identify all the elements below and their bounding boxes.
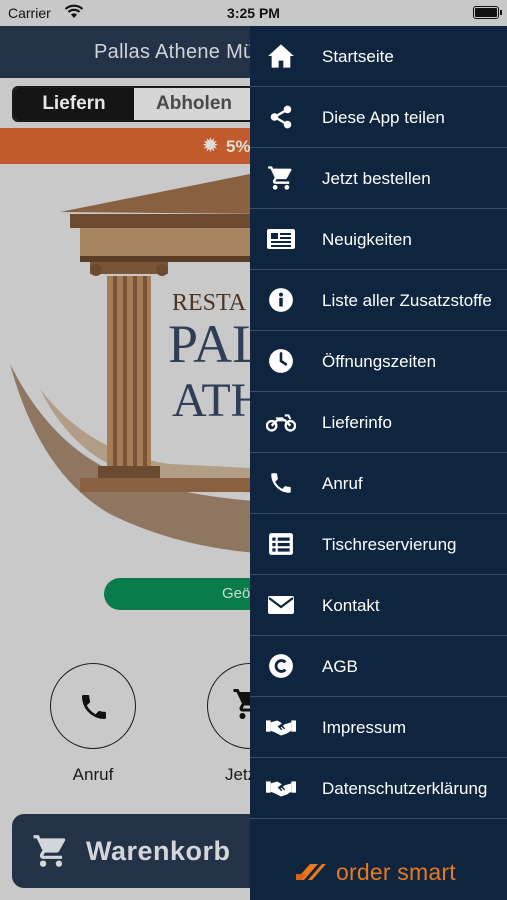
promo-banner[interactable]: ✹ 5%	[0, 128, 270, 164]
menu-item-startseite[interactable]: Startseite	[250, 26, 507, 87]
navigation-drawer: Startseite Diese App teilen Jetzt bestel…	[250, 26, 507, 900]
tab-abholen[interactable]: Abholen	[134, 88, 254, 120]
menu-item-call[interactable]: Anruf	[250, 453, 507, 514]
list-icon	[266, 530, 296, 558]
menu-label: Datenschutzerklärung	[322, 779, 488, 798]
menu-item-delivery-info[interactable]: Lieferinfo	[250, 392, 507, 453]
restaurant-logo-image: RESTA PAL ATHE	[0, 164, 270, 584]
menu-item-contact[interactable]: Kontakt	[250, 575, 507, 636]
battery-icon	[473, 6, 502, 19]
tab-liefern[interactable]: Liefern	[14, 88, 134, 120]
cart-button-label: Warenkorb	[86, 836, 231, 866]
menu-label: Impressum	[322, 718, 407, 737]
menu-label: Anruf	[322, 474, 363, 493]
call-action[interactable]: Anruf	[50, 663, 136, 785]
menu-item-privacy[interactable]: Datenschutzerklärung	[250, 758, 507, 819]
cart-icon	[32, 832, 70, 875]
menu-label: Jetzt bestellen	[322, 169, 431, 188]
menu-label: Diese App teilen	[322, 108, 445, 127]
call-action-label: Anruf	[72, 765, 114, 784]
menu-item-imprint[interactable]: Impressum	[250, 697, 507, 758]
cart-button[interactable]: Warenkorb	[12, 814, 272, 888]
order-type-switch: Liefern Abholen	[12, 86, 262, 122]
menu-item-order[interactable]: Jetzt bestellen	[250, 148, 507, 209]
menu-label: Neuigkeiten	[322, 230, 412, 249]
restaurant-title: Pallas Athene Mün	[94, 41, 266, 63]
menu-label: AGB	[322, 657, 358, 676]
home-icon	[266, 42, 296, 70]
order-smart-logo-text: order smart	[336, 859, 456, 885]
phone-icon	[78, 691, 110, 728]
open-status-pill: Geö	[104, 578, 274, 610]
menu-label: Kontakt	[322, 596, 380, 615]
info-icon	[266, 286, 296, 314]
copyright-icon	[266, 652, 296, 680]
envelope-icon	[266, 591, 296, 619]
phone-icon	[266, 469, 296, 497]
menu-item-additives[interactable]: Liste aller Zusatzstoffe	[250, 270, 507, 331]
clock-time: 3:25 PM	[227, 5, 280, 21]
menu-item-share[interactable]: Diese App teilen	[250, 87, 507, 148]
share-icon	[266, 103, 296, 131]
discount-badge-icon: ✹	[202, 135, 219, 157]
status-bar: Carrier 3:25 PM	[0, 0, 507, 26]
clock-icon	[266, 347, 296, 375]
menu-label: Lieferinfo	[322, 413, 392, 432]
menu-item-opening-hours[interactable]: Öffnungszeiten	[250, 331, 507, 392]
logo-text-line1: RESTA	[172, 290, 247, 316]
order-smart-logo-icon	[294, 860, 328, 889]
menu-item-table-reservation[interactable]: Tischreservierung	[250, 514, 507, 575]
call-action-circle[interactable]	[50, 663, 136, 749]
newspaper-icon	[266, 225, 296, 253]
menu-label: Öffnungszeiten	[322, 352, 437, 371]
promo-text: 5%	[226, 137, 251, 156]
motorcycle-icon	[266, 408, 296, 436]
menu-label: Liste aller Zusatzstoffe	[322, 291, 492, 310]
menu-item-news[interactable]: Neuigkeiten	[250, 209, 507, 270]
menu-item-agb[interactable]: AGB	[250, 636, 507, 697]
handshake-icon	[266, 774, 296, 802]
menu-label: Startseite	[322, 47, 394, 66]
menu-label: Tischreservierung	[322, 535, 457, 554]
handshake-icon	[266, 713, 296, 741]
cart-icon	[266, 164, 296, 192]
